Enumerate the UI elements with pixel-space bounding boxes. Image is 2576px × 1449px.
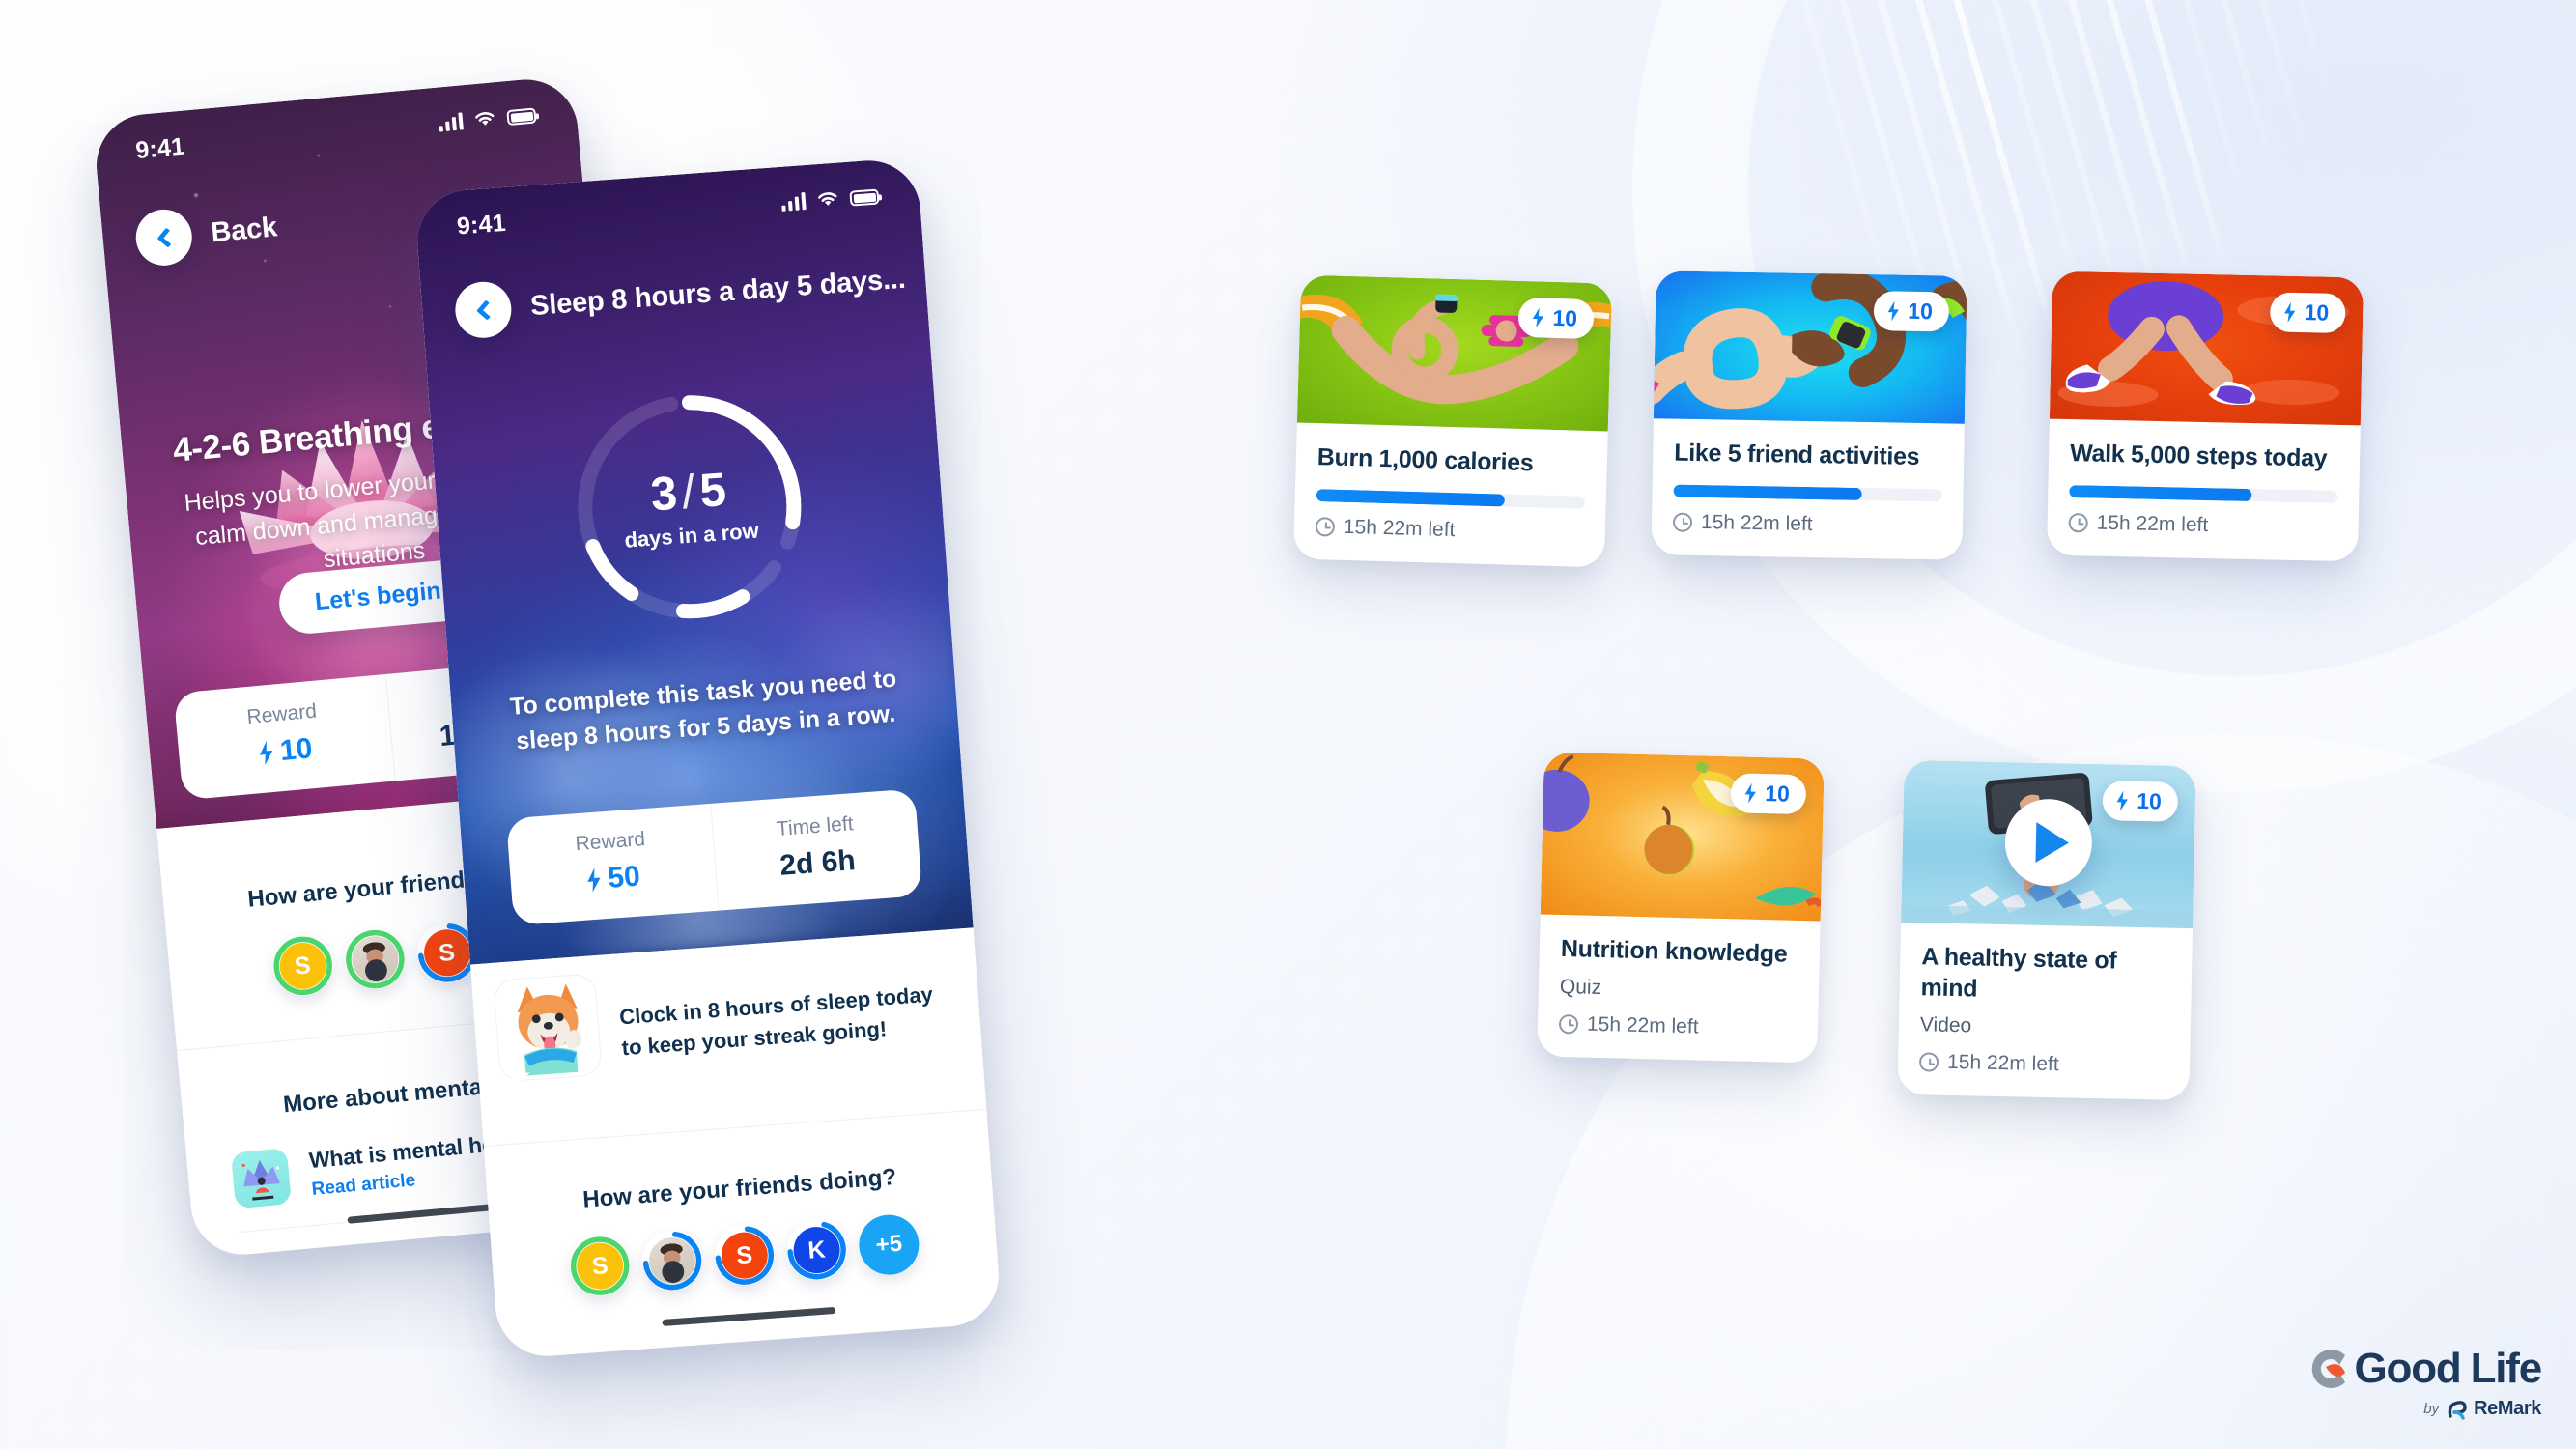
card-subtitle: Quiz xyxy=(1559,975,1602,999)
overflow-count: +5 xyxy=(874,1230,903,1259)
battery-icon xyxy=(849,188,880,207)
clock-icon xyxy=(1315,516,1336,537)
friends-avatar-row[interactable]: S S K +5 xyxy=(491,1208,998,1304)
time-left-stat: Time left 2d 6h xyxy=(709,788,923,911)
goodlife-logo-icon xyxy=(2303,1344,2353,1394)
clock-icon xyxy=(1672,512,1693,532)
friends-section-title: How are your friends doing? xyxy=(581,1163,897,1213)
card-reward-value: 10 xyxy=(1765,781,1791,807)
sleep-sheet: Clock in 8 hours of sleep today to keep … xyxy=(469,927,1003,1360)
friend-avatar[interactable]: K xyxy=(784,1217,849,1283)
card-reward-badge: 10 xyxy=(1517,297,1595,340)
task-card-like-activities[interactable]: Like 5 friend activities 15h 22m left 10 xyxy=(1651,270,1967,560)
card-title: A healthy state of mind xyxy=(1920,943,2117,1003)
status-time: 9:41 xyxy=(455,209,507,241)
streak-progress-ring: 3/5 days in a row xyxy=(559,377,820,638)
card-progress-bar xyxy=(1673,484,1942,501)
bolt-icon xyxy=(1886,300,1900,321)
card-title: Walk 5,000 steps today xyxy=(2069,440,2328,472)
reward-label: Reward xyxy=(574,828,646,856)
avatar-initial: S xyxy=(293,951,312,980)
card-subtitle: Video xyxy=(1919,1013,1972,1037)
friend-avatar[interactable] xyxy=(639,1228,705,1293)
tip-text: Clock in 8 hours of sleep today to keep … xyxy=(618,981,934,1061)
task-card-burn-calories[interactable]: Burn 1,000 calories 15h 22m left 10 xyxy=(1292,274,1613,567)
card-progress-bar xyxy=(2069,484,2338,503)
cellular-bars-icon xyxy=(438,112,464,132)
card-reward-value: 10 xyxy=(2136,787,2163,814)
brand-life: Life xyxy=(2470,1345,2543,1392)
task-card-healthy-mind-video[interactable]: A healthy state of mind Video 15h 22m le… xyxy=(1897,759,2196,1101)
play-icon xyxy=(2035,821,2070,864)
wifi-icon xyxy=(475,112,495,126)
bolt-icon xyxy=(2282,302,2296,323)
task-card-walk-steps[interactable]: Walk 5,000 steps today 15h 22m left 10 xyxy=(2046,270,2364,561)
reward-stat: Reward 50 xyxy=(506,804,718,925)
card-reward-badge: 10 xyxy=(1730,773,1807,815)
card-reward-badge: 10 xyxy=(1873,291,1950,332)
dog-mascot-bubble xyxy=(493,973,603,1083)
home-indicator xyxy=(662,1306,836,1327)
reward-value: 10 xyxy=(278,732,314,768)
bolt-icon xyxy=(2115,790,2129,810)
friend-avatar[interactable] xyxy=(342,926,408,992)
friend-avatar[interactable]: S xyxy=(568,1234,633,1298)
card-reward-value: 10 xyxy=(2304,299,2330,326)
battery-icon xyxy=(506,107,537,127)
status-time: 9:41 xyxy=(134,132,186,164)
back-button[interactable] xyxy=(133,207,195,269)
wifi-icon xyxy=(818,192,837,206)
card-time-left: 15h 22m left xyxy=(2096,511,2209,536)
clock-icon xyxy=(2068,512,2088,532)
task-card-nutrition-quiz[interactable]: Nutrition knowledge Quiz 15h 22m left 10 xyxy=(1537,752,1825,1063)
streak-current: 3 xyxy=(648,467,679,522)
dog-mascot-icon xyxy=(517,983,582,1076)
avatar-initial: S xyxy=(590,1251,609,1280)
back-button[interactable] xyxy=(453,279,514,340)
bolt-icon xyxy=(1531,307,1545,327)
friend-avatar[interactable]: S xyxy=(712,1223,777,1288)
card-reward-value: 10 xyxy=(1908,298,1934,325)
card-time-left: 15h 22m left xyxy=(1700,510,1813,535)
card-progress-bar xyxy=(1316,488,1585,509)
card-title: Like 5 friend activities xyxy=(1674,439,1920,470)
card-reward-badge: 10 xyxy=(2270,292,2346,334)
avatar-initial: S xyxy=(735,1240,754,1269)
brand-good: Good xyxy=(2354,1345,2462,1392)
clock-icon xyxy=(1918,1052,1939,1072)
card-title: Burn 1,000 calories xyxy=(1316,443,1534,477)
meditation-illustration-icon xyxy=(230,1148,292,1209)
bolt-icon xyxy=(1743,783,1758,804)
card-time-left: 15h 22m left xyxy=(1946,1050,2059,1076)
donut-chart-icon xyxy=(240,1252,301,1260)
streak-total: 5 xyxy=(697,463,728,518)
avatar-initial: S xyxy=(437,938,457,967)
phone-sleep-task: 9:41 Sleep 8 hours a day 5 days... 3/5 d… xyxy=(413,156,1003,1360)
streak-label: days in a row xyxy=(623,518,760,553)
friends-overflow-avatar[interactable]: +5 xyxy=(857,1212,921,1277)
chevron-left-icon xyxy=(475,299,496,321)
clock-icon xyxy=(1558,1013,1579,1034)
friend-avatar[interactable]: S xyxy=(269,933,335,999)
card-time-left: 15h 22m left xyxy=(1343,515,1456,541)
card-time-left: 15h 22m left xyxy=(1586,1012,1699,1037)
bolt-icon xyxy=(585,867,604,893)
avatar-initial: K xyxy=(807,1235,827,1264)
time-left-value: 2d 6h xyxy=(778,844,857,882)
card-reward-badge: 10 xyxy=(2102,781,2179,822)
back-label: Back xyxy=(210,211,279,248)
card-reward-value: 10 xyxy=(1552,304,1578,331)
brand-logo: Good Life by ReMark xyxy=(2303,1344,2542,1420)
cellular-bars-icon xyxy=(780,192,807,212)
card-title: Nutrition knowledge xyxy=(1560,934,1788,968)
reward-value: 50 xyxy=(607,860,641,895)
brand-by-label: by xyxy=(2423,1401,2440,1417)
reward-stat: Reward 10 xyxy=(174,674,395,800)
streak-separator: / xyxy=(680,466,697,520)
chevron-left-icon xyxy=(156,227,178,248)
time-left-label: Time left xyxy=(776,812,855,840)
brand-partner: ReMark xyxy=(2474,1398,2541,1419)
remark-logo-icon xyxy=(2448,1400,2467,1420)
bolt-icon xyxy=(257,740,275,765)
